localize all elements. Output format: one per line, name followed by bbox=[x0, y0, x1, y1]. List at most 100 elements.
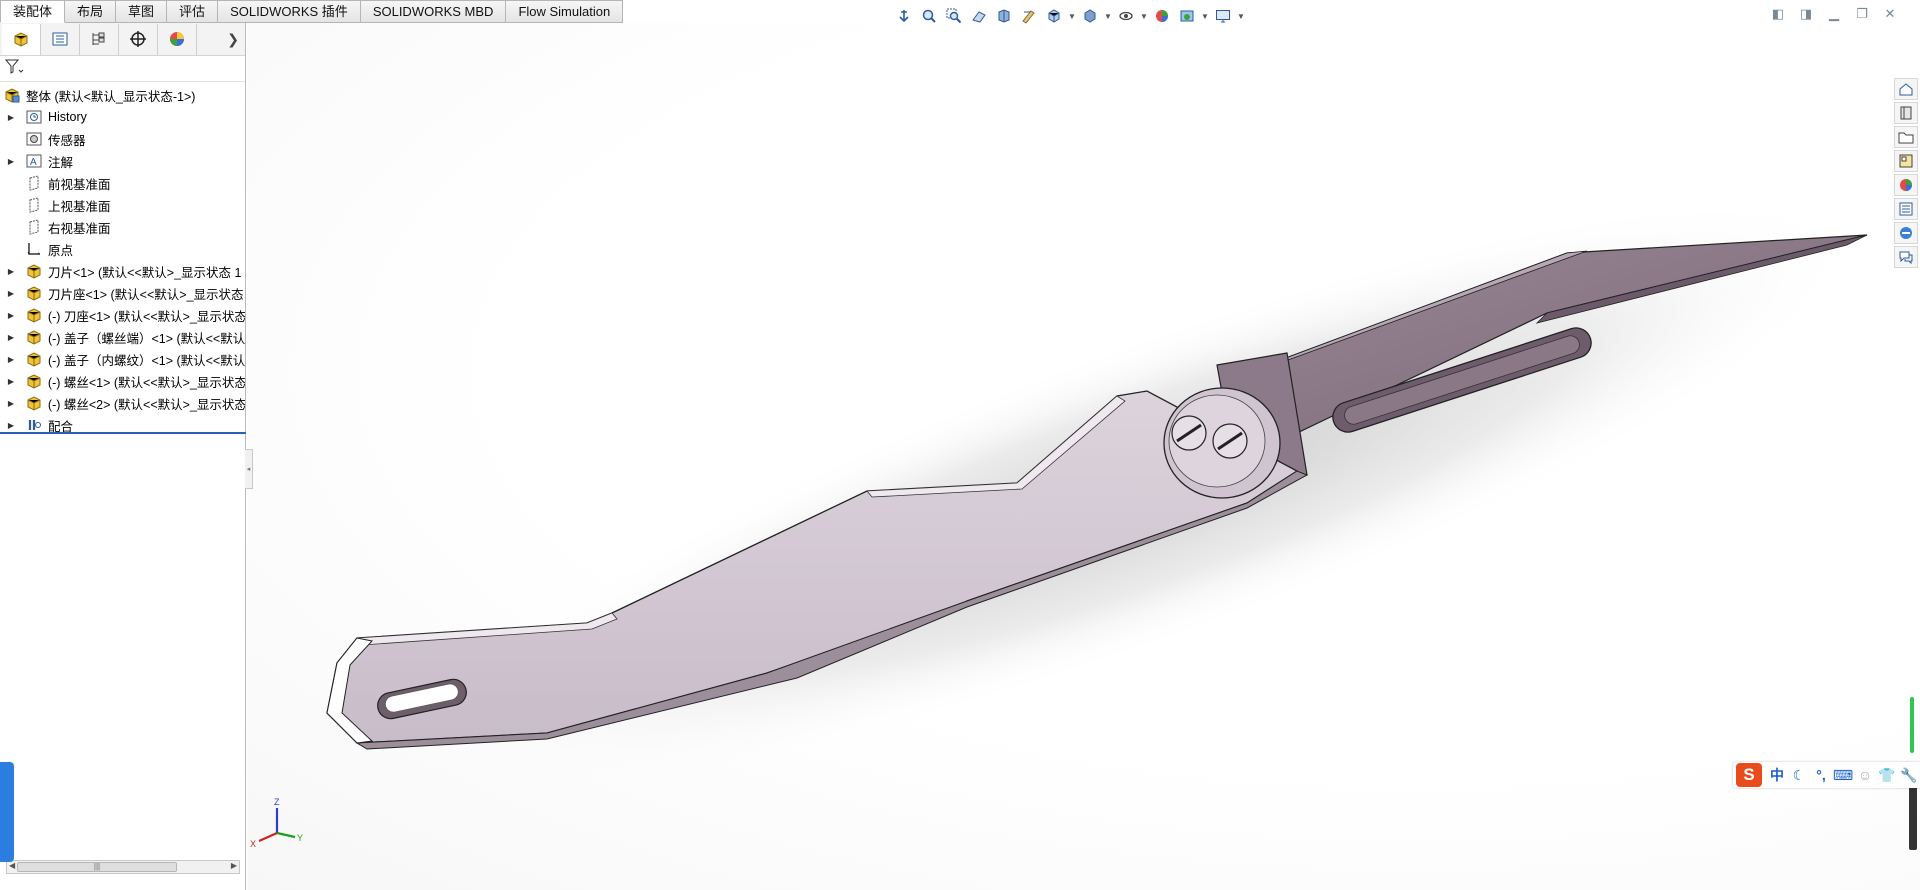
tree-item[interactable]: 上视基准面 bbox=[0, 194, 245, 216]
configuration-manager-icon[interactable] bbox=[80, 23, 119, 55]
plane-icon bbox=[24, 196, 44, 214]
zoom-area-icon[interactable] bbox=[943, 5, 965, 27]
view-orientation-icon[interactable] bbox=[1043, 5, 1065, 27]
tree-item[interactable]: ▶ (-) 螺丝<1> (默认<<默认>_显示状态 bbox=[0, 370, 245, 392]
expand-arrow-icon[interactable]: ▶ bbox=[6, 113, 16, 122]
view-settings-dropdown[interactable]: ▼ bbox=[1237, 5, 1245, 27]
tree-item[interactable]: ▶ History bbox=[0, 106, 245, 128]
plane-icon bbox=[24, 174, 44, 192]
design-library-icon[interactable] bbox=[1894, 102, 1918, 124]
expand-arrow-icon[interactable]: ▶ bbox=[6, 421, 16, 430]
tile-right-icon[interactable]: ◨ bbox=[1798, 6, 1814, 22]
tab-2[interactable]: 草图 bbox=[116, 0, 168, 23]
screw-1[interactable] bbox=[1171, 415, 1207, 451]
edit-appearance-icon[interactable] bbox=[1151, 5, 1173, 27]
solidworks-resources-icon[interactable] bbox=[1894, 78, 1918, 100]
view-orientation-dropdown[interactable]: ▼ bbox=[1068, 5, 1076, 27]
tree-root-assembly[interactable]: 整体 (默认<默认_显示状态-1>) bbox=[0, 84, 245, 106]
expand-arrow-icon[interactable]: ▶ bbox=[6, 289, 16, 298]
expand-arrow-icon[interactable]: ▶ bbox=[6, 377, 16, 386]
tree-item[interactable]: ▶ A 注解 bbox=[0, 150, 245, 172]
view-triad[interactable]: Z X Y bbox=[250, 797, 303, 849]
panel-tabs: ❯ bbox=[0, 23, 245, 56]
scroll-left-icon[interactable]: ◀ bbox=[9, 861, 15, 870]
expand-arrow-icon[interactable]: ▶ bbox=[6, 267, 16, 276]
chat-icon[interactable] bbox=[1894, 246, 1918, 268]
punctuation-icon[interactable]: °, bbox=[1810, 764, 1832, 786]
tree-item[interactable]: 右视基准面 bbox=[0, 216, 245, 238]
tree-item[interactable]: ▶ (-) 刀座<1> (默认<<默认>_显示状态 bbox=[0, 304, 245, 326]
anchor-icon[interactable] bbox=[893, 5, 915, 27]
section-view-icon[interactable] bbox=[993, 5, 1015, 27]
history-icon bbox=[24, 108, 44, 126]
display-manager-icon[interactable] bbox=[158, 23, 197, 55]
custom-properties-icon[interactable] bbox=[1894, 198, 1918, 220]
tab-0[interactable]: 装配体 bbox=[0, 0, 66, 23]
display-style-dropdown[interactable]: ▼ bbox=[1104, 5, 1112, 27]
expand-arrow-icon[interactable]: ▶ bbox=[6, 157, 16, 166]
scene-dropdown[interactable]: ▼ bbox=[1201, 5, 1209, 27]
hide-show-dropdown[interactable]: ▼ bbox=[1140, 5, 1148, 27]
tools-icon[interactable]: 🔧 bbox=[1898, 764, 1920, 786]
skin-icon[interactable]: 👕 bbox=[1876, 764, 1898, 786]
assembly-icon bbox=[2, 86, 22, 104]
expand-arrow-icon[interactable]: ▶ bbox=[6, 355, 16, 364]
appearances-icon[interactable] bbox=[1894, 174, 1918, 196]
previous-view-icon[interactable] bbox=[968, 5, 990, 27]
scene-icon[interactable] bbox=[1176, 5, 1198, 27]
file-explorer-icon[interactable] bbox=[1894, 126, 1918, 148]
knife-assembly-model[interactable]: Z X Y bbox=[247, 23, 1920, 890]
tree-item[interactable]: ▶ (-) 螺丝<2> (默认<<默认>_显示状态 bbox=[0, 392, 245, 414]
annotation-icon: A bbox=[24, 152, 44, 170]
expand-arrow-icon[interactable]: ▶ bbox=[6, 399, 16, 408]
tree-item[interactable]: ▶ (-) 盖子（螺丝端）<1> (默认<<默认 bbox=[0, 326, 245, 348]
tab-4[interactable]: SOLIDWORKS 插件 bbox=[218, 0, 361, 23]
side-flyout-tab[interactable] bbox=[0, 762, 14, 862]
tab-3[interactable]: 评估 bbox=[167, 0, 219, 23]
ime-language-toggle[interactable]: 中 bbox=[1766, 764, 1788, 786]
solidworks-forum-icon[interactable] bbox=[1894, 222, 1918, 244]
sogou-logo-icon[interactable]: S bbox=[1736, 763, 1762, 787]
part-icon bbox=[24, 350, 44, 368]
tree-item-label: (-) 盖子（内螺纹）<1> (默认<<默认 bbox=[47, 353, 245, 368]
view-palette-icon[interactable] bbox=[1894, 150, 1918, 172]
tree-item[interactable]: ▶ 刀片<1> (默认<<默认>_显示状态 1 bbox=[0, 260, 245, 282]
view-settings-icon[interactable] bbox=[1212, 5, 1234, 27]
tree-item[interactable]: 传感器 bbox=[0, 128, 245, 150]
graphics-viewport[interactable]: Z X Y bbox=[247, 23, 1920, 890]
tab-6[interactable]: Flow Simulation bbox=[506, 0, 624, 23]
hide-show-icon[interactable] bbox=[1115, 5, 1137, 27]
rollback-bar[interactable] bbox=[0, 432, 246, 434]
property-manager-icon[interactable] bbox=[41, 23, 80, 55]
minimize-icon[interactable]: ▁ bbox=[1826, 6, 1842, 22]
display-style-icon[interactable] bbox=[1079, 5, 1101, 27]
task-pane bbox=[1894, 78, 1920, 270]
tree-item[interactable]: 前视基准面 bbox=[0, 172, 245, 194]
panel-collapse-grip[interactable]: ◂ bbox=[245, 449, 253, 489]
feature-manager-icon[interactable] bbox=[2, 23, 41, 55]
tree-item[interactable]: 原点 bbox=[0, 238, 245, 260]
tile-left-icon[interactable]: ◧ bbox=[1770, 6, 1786, 22]
scroll-right-icon[interactable]: ▶ bbox=[231, 861, 237, 870]
scroll-thumb[interactable]: ||| bbox=[17, 862, 177, 872]
panel-horizontal-scrollbar[interactable]: ◀ ||| ▶ bbox=[6, 860, 240, 874]
tree-item[interactable]: ▶ (-) 盖子（内螺纹）<1> (默认<<默认 bbox=[0, 348, 245, 370]
command-manager-tabs: 装配体 布局 草图 评估 SOLIDWORKS 插件 SOLIDWORKS MBD Flow… bbox=[0, 0, 624, 23]
user-icon[interactable]: ☺ bbox=[1854, 764, 1876, 786]
screw-2[interactable] bbox=[1212, 423, 1248, 459]
expand-arrow-icon[interactable]: ▶ bbox=[6, 333, 16, 342]
filter-icon[interactable] bbox=[4, 58, 24, 79]
close-icon[interactable]: ✕ bbox=[1882, 6, 1898, 22]
dimxpert-icon[interactable] bbox=[119, 23, 158, 55]
dynamic-annotation-icon[interactable] bbox=[1018, 5, 1040, 27]
part-icon bbox=[24, 372, 44, 390]
tree-item[interactable]: ▶ 刀片座<1> (默认<<默认>_显示状态 bbox=[0, 282, 245, 304]
panel-expand-arrow[interactable]: ❯ bbox=[227, 31, 239, 48]
expand-arrow-icon[interactable]: ▶ bbox=[6, 311, 16, 320]
tab-5[interactable]: SOLIDWORKS MBD bbox=[360, 0, 507, 23]
moon-icon[interactable]: ☾ bbox=[1788, 764, 1810, 786]
tab-1[interactable]: 布局 bbox=[65, 0, 117, 23]
keyboard-icon[interactable]: ⌨ bbox=[1832, 764, 1854, 786]
zoom-fit-icon[interactable] bbox=[918, 5, 940, 27]
restore-icon[interactable]: ❐ bbox=[1854, 6, 1870, 22]
